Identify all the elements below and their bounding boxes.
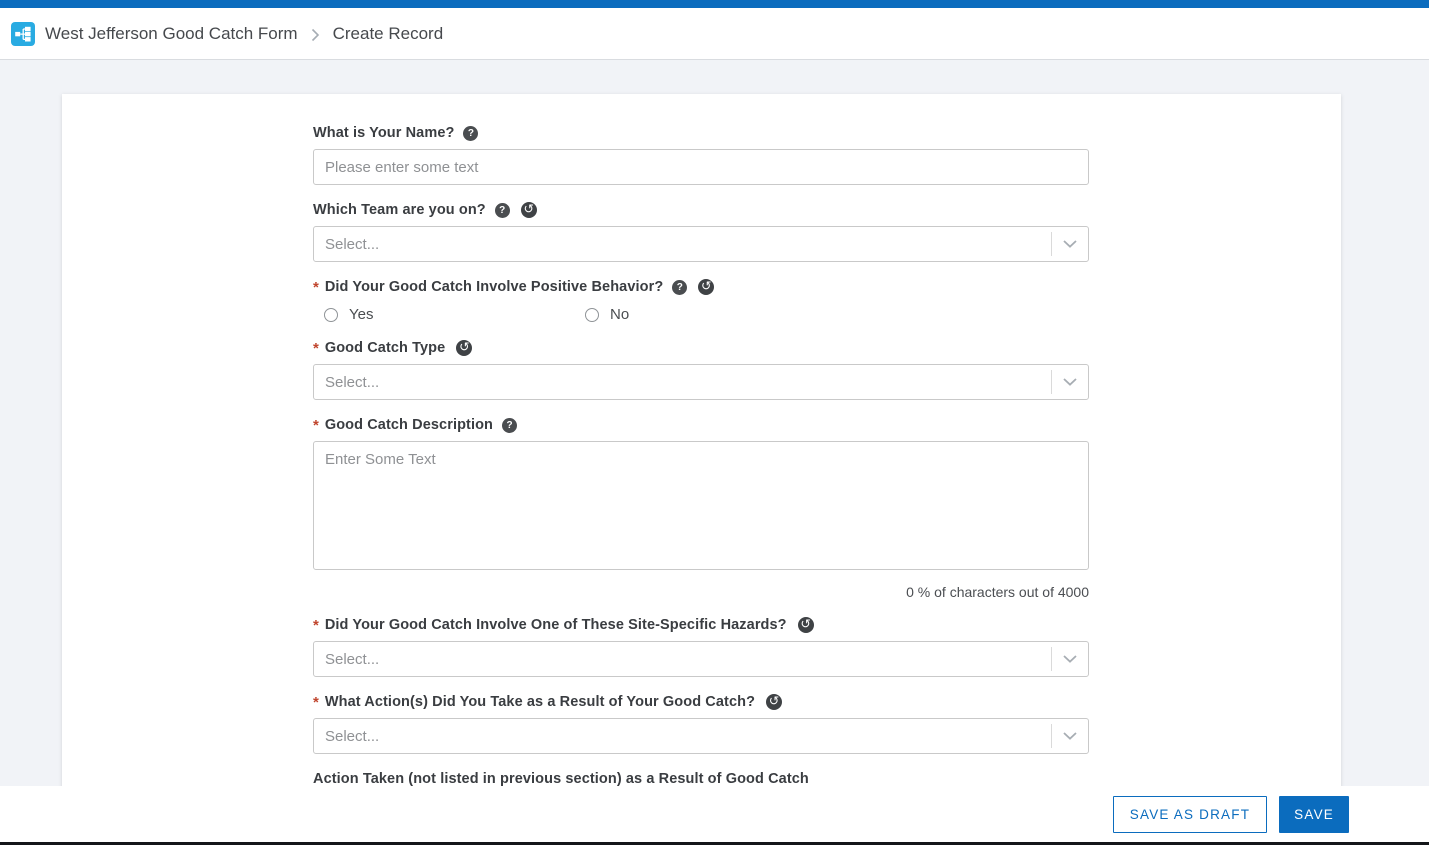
field-label: Action Taken (not listed in previous sec… bbox=[313, 771, 809, 787]
chevron-down-icon bbox=[1052, 655, 1088, 663]
team-select[interactable]: Select... bbox=[313, 226, 1089, 262]
breadcrumb-root[interactable]: West Jefferson Good Catch Form bbox=[45, 24, 298, 44]
field-label: What Action(s) Did You Take as a Result … bbox=[325, 694, 755, 710]
character-counter: 0 % of characters out of 4000 bbox=[313, 584, 1089, 600]
actions-select[interactable]: Select... bbox=[313, 718, 1089, 754]
action-bar: SAVE AS DRAFT SAVE bbox=[0, 786, 1429, 842]
reset-field-icon[interactable]: ↺ bbox=[798, 617, 814, 633]
field-label: Did Your Good Catch Involve Positive Beh… bbox=[325, 279, 663, 295]
breadcrumb-separator-icon bbox=[311, 26, 320, 42]
help-icon[interactable]: ? bbox=[502, 418, 517, 433]
hazards-select[interactable]: Select... bbox=[313, 641, 1089, 677]
required-marker: * bbox=[313, 417, 319, 434]
select-value: Select... bbox=[325, 651, 1051, 668]
radio-label: No bbox=[610, 306, 629, 323]
help-icon[interactable]: ? bbox=[672, 280, 687, 295]
field-actions-taken: * What Action(s) Did You Take as a Resul… bbox=[313, 693, 1089, 754]
reset-field-icon[interactable]: ↺ bbox=[456, 340, 472, 356]
reset-field-icon[interactable]: ↺ bbox=[766, 694, 782, 710]
chevron-down-icon bbox=[1052, 378, 1088, 386]
good-catch-type-select[interactable]: Select... bbox=[313, 364, 1089, 400]
description-textarea[interactable] bbox=[313, 441, 1089, 570]
header: West Jefferson Good Catch Form Create Re… bbox=[0, 8, 1429, 60]
chevron-down-icon bbox=[1052, 732, 1088, 740]
radio-group-positive-behavior: Yes No bbox=[313, 306, 1089, 323]
required-marker: * bbox=[313, 340, 319, 357]
field-label: Which Team are you on? bbox=[313, 202, 486, 218]
reset-field-icon[interactable]: ↺ bbox=[698, 279, 714, 295]
field-label: What is Your Name? bbox=[313, 125, 454, 141]
radio-option-no[interactable]: No bbox=[585, 306, 846, 323]
help-icon[interactable]: ? bbox=[463, 126, 478, 141]
breadcrumb-current: Create Record bbox=[333, 24, 444, 44]
radio-option-yes[interactable]: Yes bbox=[324, 306, 585, 323]
chevron-down-icon bbox=[1052, 240, 1088, 248]
field-label: Good Catch Type bbox=[325, 340, 445, 356]
radio-circle[interactable] bbox=[324, 308, 338, 322]
select-value: Select... bbox=[325, 374, 1051, 391]
required-marker: * bbox=[313, 617, 319, 634]
field-good-catch-description: * Good Catch Description ? 0 % of charac… bbox=[313, 416, 1089, 600]
field-positive-behavior: * Did Your Good Catch Involve Positive B… bbox=[313, 278, 1089, 323]
select-value: Select... bbox=[325, 236, 1051, 253]
select-value: Select... bbox=[325, 728, 1051, 745]
reset-field-icon[interactable]: ↺ bbox=[521, 202, 537, 218]
field-which-team: Which Team are you on? ? ↺ Select... bbox=[313, 201, 1089, 262]
field-what-is-your-name: What is Your Name? ? bbox=[313, 124, 1089, 185]
field-good-catch-type: * Good Catch Type ↺ Select... bbox=[313, 339, 1089, 400]
create-record-form-card: What is Your Name? ? Which Team are you … bbox=[62, 94, 1341, 845]
name-text-input[interactable] bbox=[313, 149, 1089, 185]
radio-circle[interactable] bbox=[585, 308, 599, 322]
field-label: Did Your Good Catch Involve One of These… bbox=[325, 617, 787, 633]
save-as-draft-button[interactable]: SAVE AS DRAFT bbox=[1113, 796, 1267, 833]
required-marker: * bbox=[313, 694, 319, 711]
radio-label: Yes bbox=[349, 306, 373, 323]
app-form-tree-icon bbox=[11, 22, 35, 46]
save-button[interactable]: SAVE bbox=[1279, 796, 1349, 833]
required-marker: * bbox=[313, 279, 319, 296]
field-site-specific-hazards: * Did Your Good Catch Involve One of The… bbox=[313, 616, 1089, 677]
top-accent-bar bbox=[0, 0, 1429, 8]
help-icon[interactable]: ? bbox=[495, 203, 510, 218]
field-label: Good Catch Description bbox=[325, 417, 493, 433]
